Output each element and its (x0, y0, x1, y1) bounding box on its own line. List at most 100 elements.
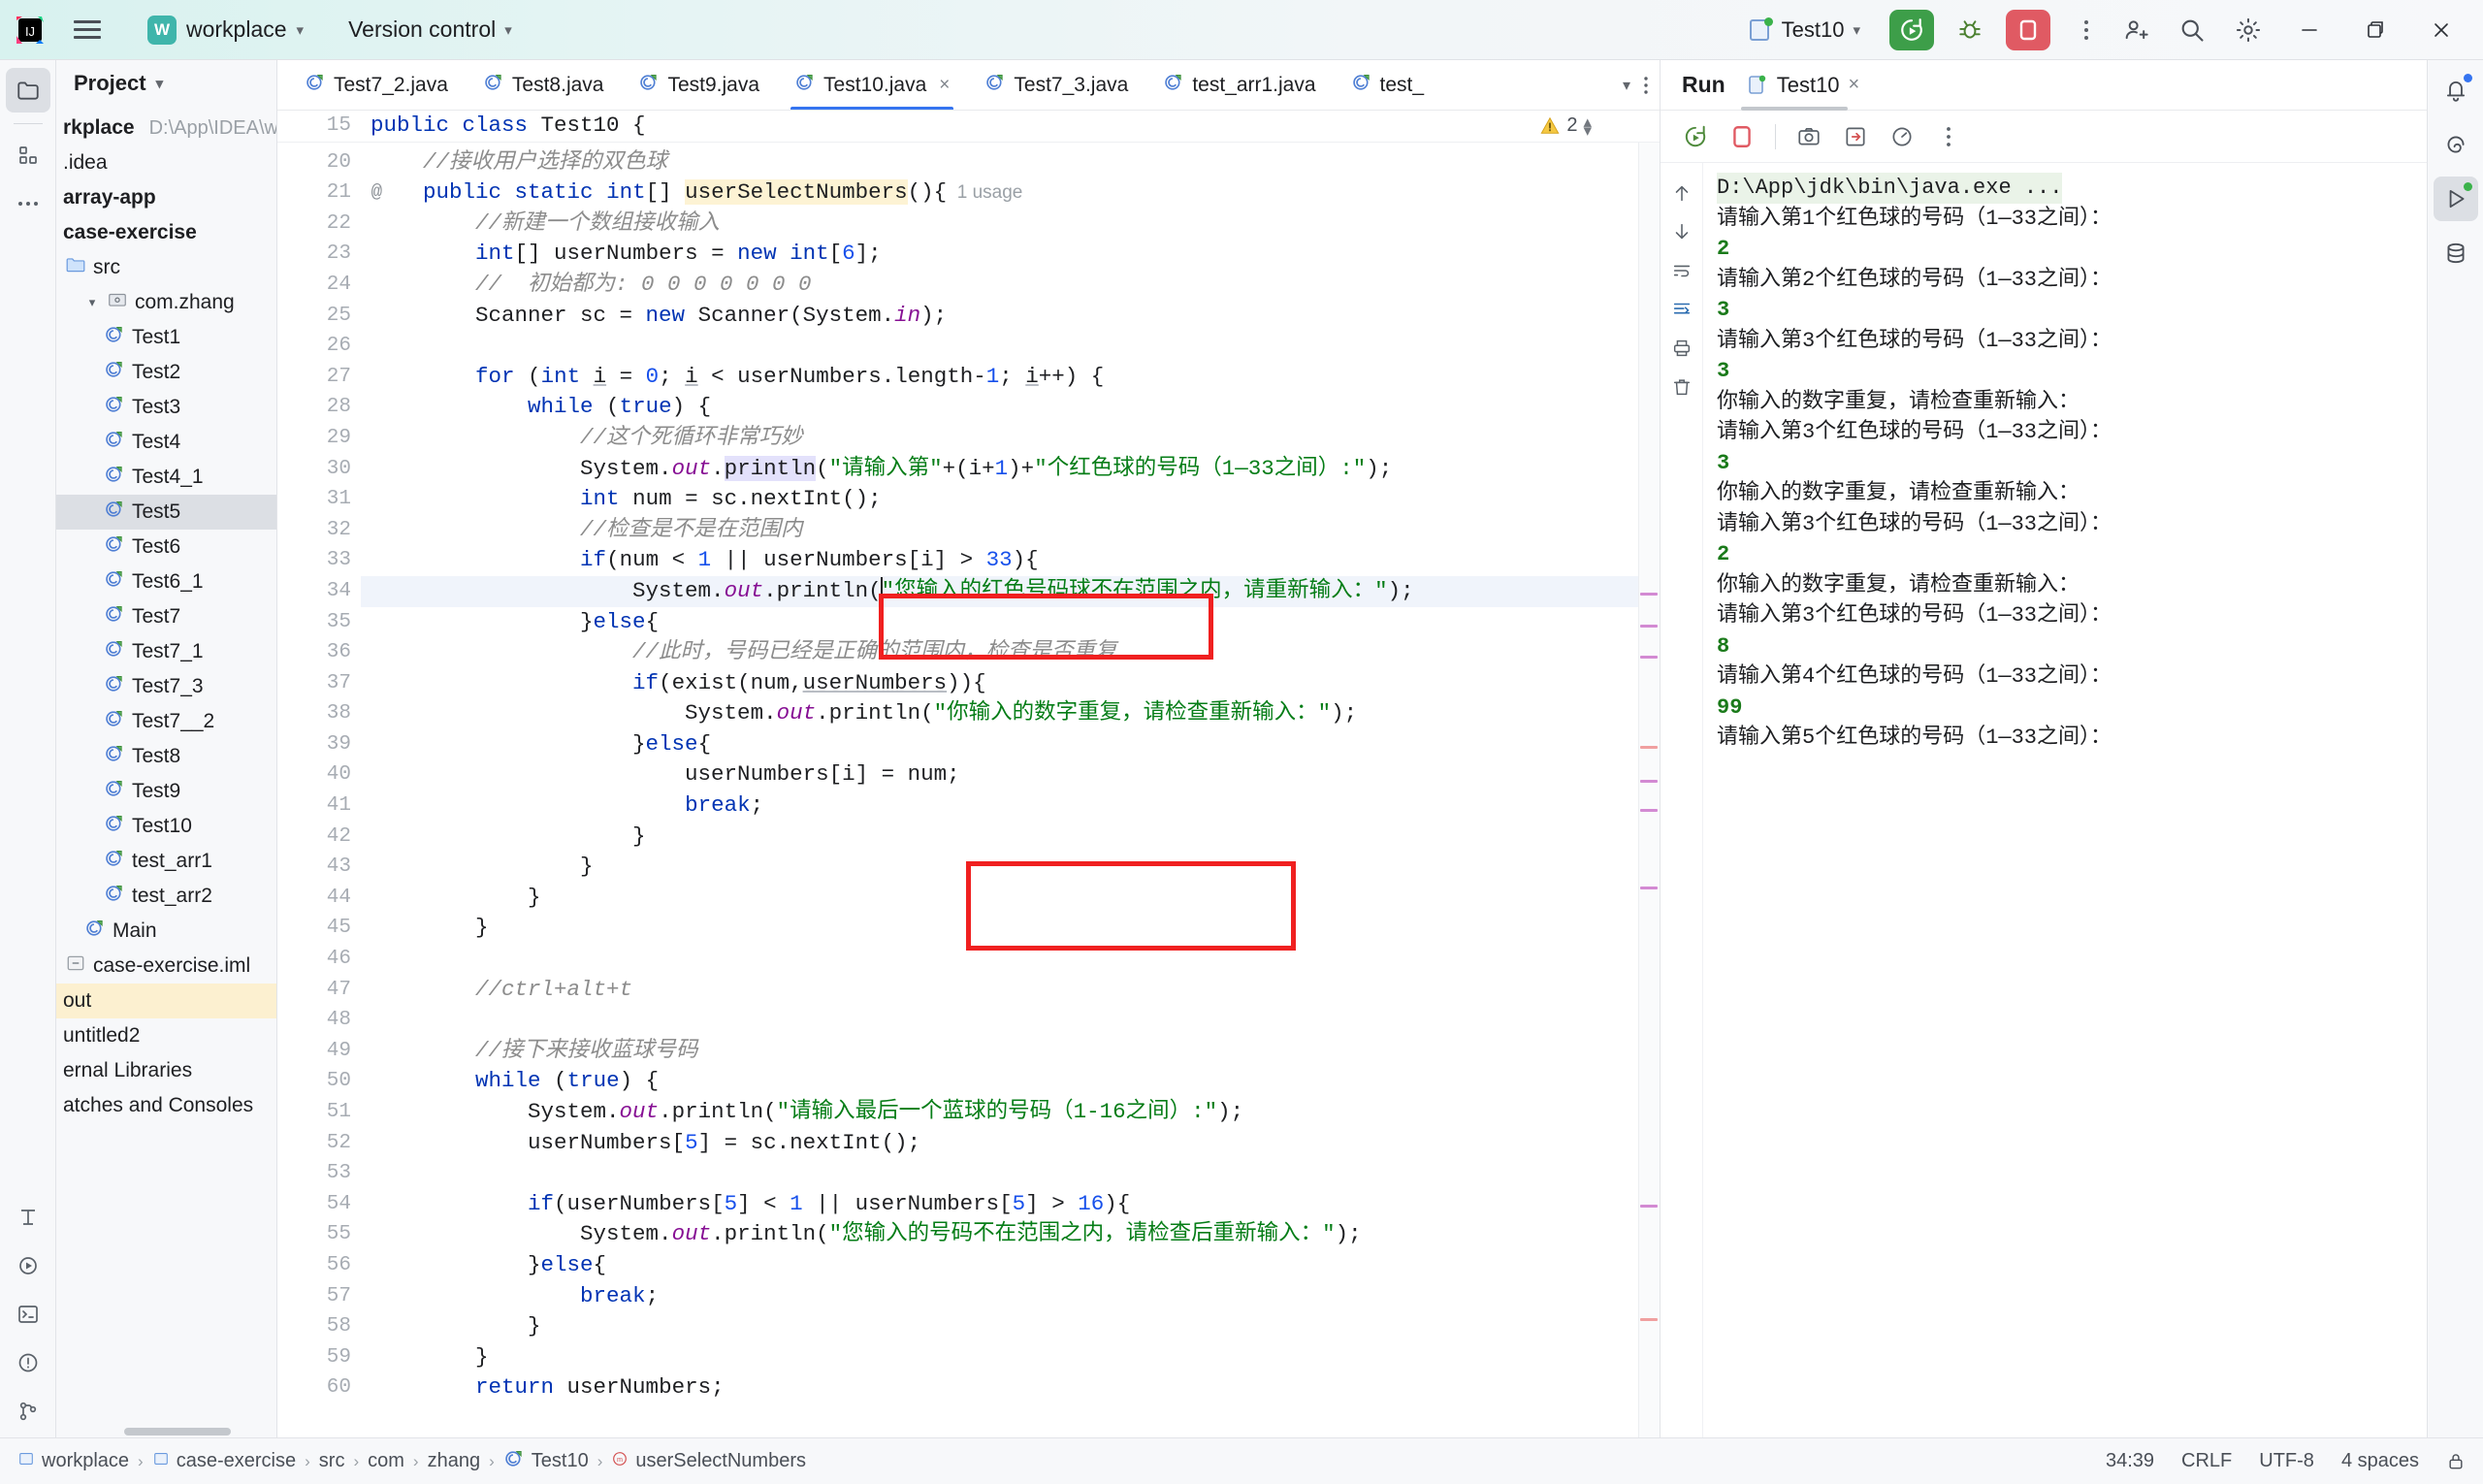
code-line[interactable]: } (361, 1311, 1660, 1342)
chevron-down-icon[interactable]: ▾ (84, 295, 100, 310)
more-actions-button[interactable] (2070, 11, 2103, 49)
tree-node-test4-1[interactable]: Test4_1 (56, 460, 276, 495)
breadcrumb-item-workplace[interactable]: workplace (17, 1450, 129, 1473)
gear-icon[interactable] (2225, 9, 2272, 51)
run-button[interactable] (1889, 9, 1934, 50)
stop-button[interactable] (2006, 9, 2050, 50)
breadcrumb-item-zhang[interactable]: zhang (428, 1450, 481, 1472)
tree-node-test7-3[interactable]: Test7_3 (56, 669, 276, 704)
main-menu-button[interactable] (68, 14, 107, 47)
more-tools-icon[interactable] (6, 181, 50, 226)
git-branch-icon[interactable] (6, 1389, 50, 1434)
print-icon[interactable] (1665, 332, 1698, 365)
code-line[interactable]: //检查是不是在范围内 (361, 515, 1660, 546)
tree-node-test7[interactable]: Test7 (56, 599, 276, 634)
tree-node--idea[interactable]: .idea (56, 145, 276, 180)
tree-node-test10[interactable]: Test10 (56, 809, 276, 844)
close-button[interactable] (2413, 6, 2469, 54)
code-line[interactable]: userNumbers[i] = num; (361, 759, 1660, 790)
close-icon[interactable]: × (1849, 74, 1860, 96)
code-line[interactable]: } (361, 883, 1660, 914)
code-line[interactable]: break; (361, 790, 1660, 822)
lock-icon[interactable] (2446, 1452, 2466, 1471)
code-line[interactable] (361, 944, 1660, 975)
code-line[interactable]: //新建一个数组接收输入 (361, 209, 1660, 240)
code-line[interactable]: System.out.println("您输入的号码不在范围之内，请检查后重新输… (361, 1219, 1660, 1250)
tree-node-test-arr2[interactable]: test_arr2 (56, 879, 276, 914)
code-line[interactable]: Scanner sc = new Scanner(System.in); (361, 301, 1660, 332)
tree-node-test7-1[interactable]: Test7_1 (56, 634, 276, 669)
navigate-warnings-icon[interactable]: ▴ ▾ (1583, 113, 1592, 139)
editor-tab-test-arr1-java[interactable]: test_arr1.java (1145, 60, 1333, 110)
structure-tool-icon[interactable] (6, 133, 50, 177)
tree-node-array-app[interactable]: array-app (56, 180, 276, 215)
tree-node-untitled2[interactable]: untitled2 (56, 1018, 276, 1053)
code-line[interactable]: //接下来接收蓝球号码 (361, 1036, 1660, 1067)
code-line[interactable]: // 初始都为: 0 0 0 0 0 0 0 (361, 270, 1660, 301)
search-icon[interactable] (2169, 9, 2215, 51)
tree-node-com-zhang[interactable]: ▾ com.zhang (56, 285, 276, 320)
code-line[interactable]: //ctrl+alt+t (361, 975, 1660, 1006)
code-line[interactable]: }else{ (361, 607, 1660, 638)
project-panel-header[interactable]: Project ▾ (56, 60, 276, 107)
code-line[interactable]: if(userNumbers[5] < 1 || userNumbers[5] … (361, 1189, 1660, 1220)
editor-tab-test9-java[interactable]: Test9.java (621, 60, 777, 110)
project-tool-icon[interactable] (5, 68, 50, 113)
rerun-icon[interactable] (1676, 117, 1715, 156)
scroll-up-icon[interactable] (1665, 177, 1698, 210)
profiler-icon[interactable] (1883, 117, 1921, 156)
inspection-widget[interactable]: 2 ▴ ▾ (1539, 113, 1592, 139)
breadcrumb-item-test10[interactable]: Test10 (503, 1448, 589, 1475)
code-line[interactable]: } (361, 913, 1660, 944)
console-output[interactable]: D:\App\jdk\bin\java.exe ... 请输入第1个红色球的号码（… (1703, 163, 2427, 1437)
tree-node-test-arr1[interactable]: test_arr1 (56, 844, 276, 879)
code-line[interactable]: System.out.println("请输入最后一个蓝球的号码（1-16之间）… (361, 1097, 1660, 1128)
tree-node-test3[interactable]: Test3 (56, 390, 276, 425)
close-icon[interactable]: × (939, 75, 950, 96)
add-user-icon[interactable] (2112, 9, 2159, 51)
tree-node-test8[interactable]: Test8 (56, 739, 276, 774)
code-line[interactable]: if(exist(num,userNumbers)){ (361, 668, 1660, 699)
code-editor[interactable]: 192021@222324252627282930313233343536373… (277, 111, 1660, 1437)
structure-bottom-icon[interactable] (6, 1195, 50, 1240)
editor-tab-test7-2-java[interactable]: Test7_2.java (287, 60, 466, 110)
code-line[interactable]: public static int[] userSelectNumbers(){… (361, 177, 1660, 209)
code-line[interactable]: System.out.println("请输入第"+(i+1)+"个红色球的号码… (361, 454, 1660, 485)
breadcrumb-item-userselectnumbers[interactable]: m userSelectNumbers (611, 1450, 806, 1473)
screenshot-icon[interactable] (1790, 117, 1828, 156)
run-configuration-selector[interactable]: Test10 ▾ (1740, 14, 1868, 47)
code-line[interactable]: return userNumbers; (361, 1372, 1660, 1403)
editor-tab-test-[interactable]: test_ (1334, 60, 1442, 110)
tree-node-test9[interactable]: Test9 (56, 774, 276, 809)
minimize-button[interactable] (2281, 6, 2338, 54)
code-line[interactable]: } (361, 1342, 1660, 1373)
stop-icon[interactable] (1723, 117, 1761, 156)
run-tab-test10[interactable]: Test10 × (1739, 60, 1866, 111)
tree-node-main[interactable]: Main (56, 914, 276, 949)
scroll-down-icon[interactable] (1665, 215, 1698, 248)
tree-node-atches-and-consoles[interactable]: atches and Consoles (56, 1088, 276, 1123)
export-icon[interactable] (1836, 117, 1875, 156)
editor-tab-test10-java[interactable]: Test10.java × (777, 60, 967, 110)
version-control-menu[interactable]: Version control ▾ (348, 16, 512, 43)
code-line[interactable]: }else{ (361, 729, 1660, 760)
tree-node-test5[interactable]: Test5 (56, 495, 276, 530)
breadcrumb-item-case-exercise[interactable]: case-exercise (152, 1450, 296, 1473)
code-line[interactable]: while (true) { (361, 392, 1660, 423)
clear-all-icon[interactable] (1665, 371, 1698, 403)
code-line[interactable]: System.out.println("您输入的红色号码球不在范围之内，请重新输… (361, 575, 1660, 607)
ai-assistant-icon[interactable] (2434, 122, 2478, 167)
editor-tab-test8-java[interactable]: Test8.java (466, 60, 622, 110)
scroll-to-end-icon[interactable] (1665, 293, 1698, 326)
indent-setting[interactable]: 4 spaces (2341, 1450, 2419, 1472)
code-line[interactable]: } (361, 852, 1660, 883)
code-line[interactable]: int[] userNumbers = new int[6]; (361, 239, 1660, 270)
breadcrumb-item-src[interactable]: src (319, 1450, 345, 1472)
code-line[interactable]: while (true) { (361, 1066, 1660, 1097)
problems-tool-icon[interactable] (6, 1340, 50, 1385)
tree-node-out[interactable]: out (56, 984, 276, 1018)
notifications-icon[interactable] (2434, 68, 2478, 113)
code-line[interactable] (361, 331, 1660, 362)
line-separator[interactable]: CRLF (2181, 1450, 2232, 1472)
tree-node-case-exercise[interactable]: case-exercise (56, 215, 276, 250)
